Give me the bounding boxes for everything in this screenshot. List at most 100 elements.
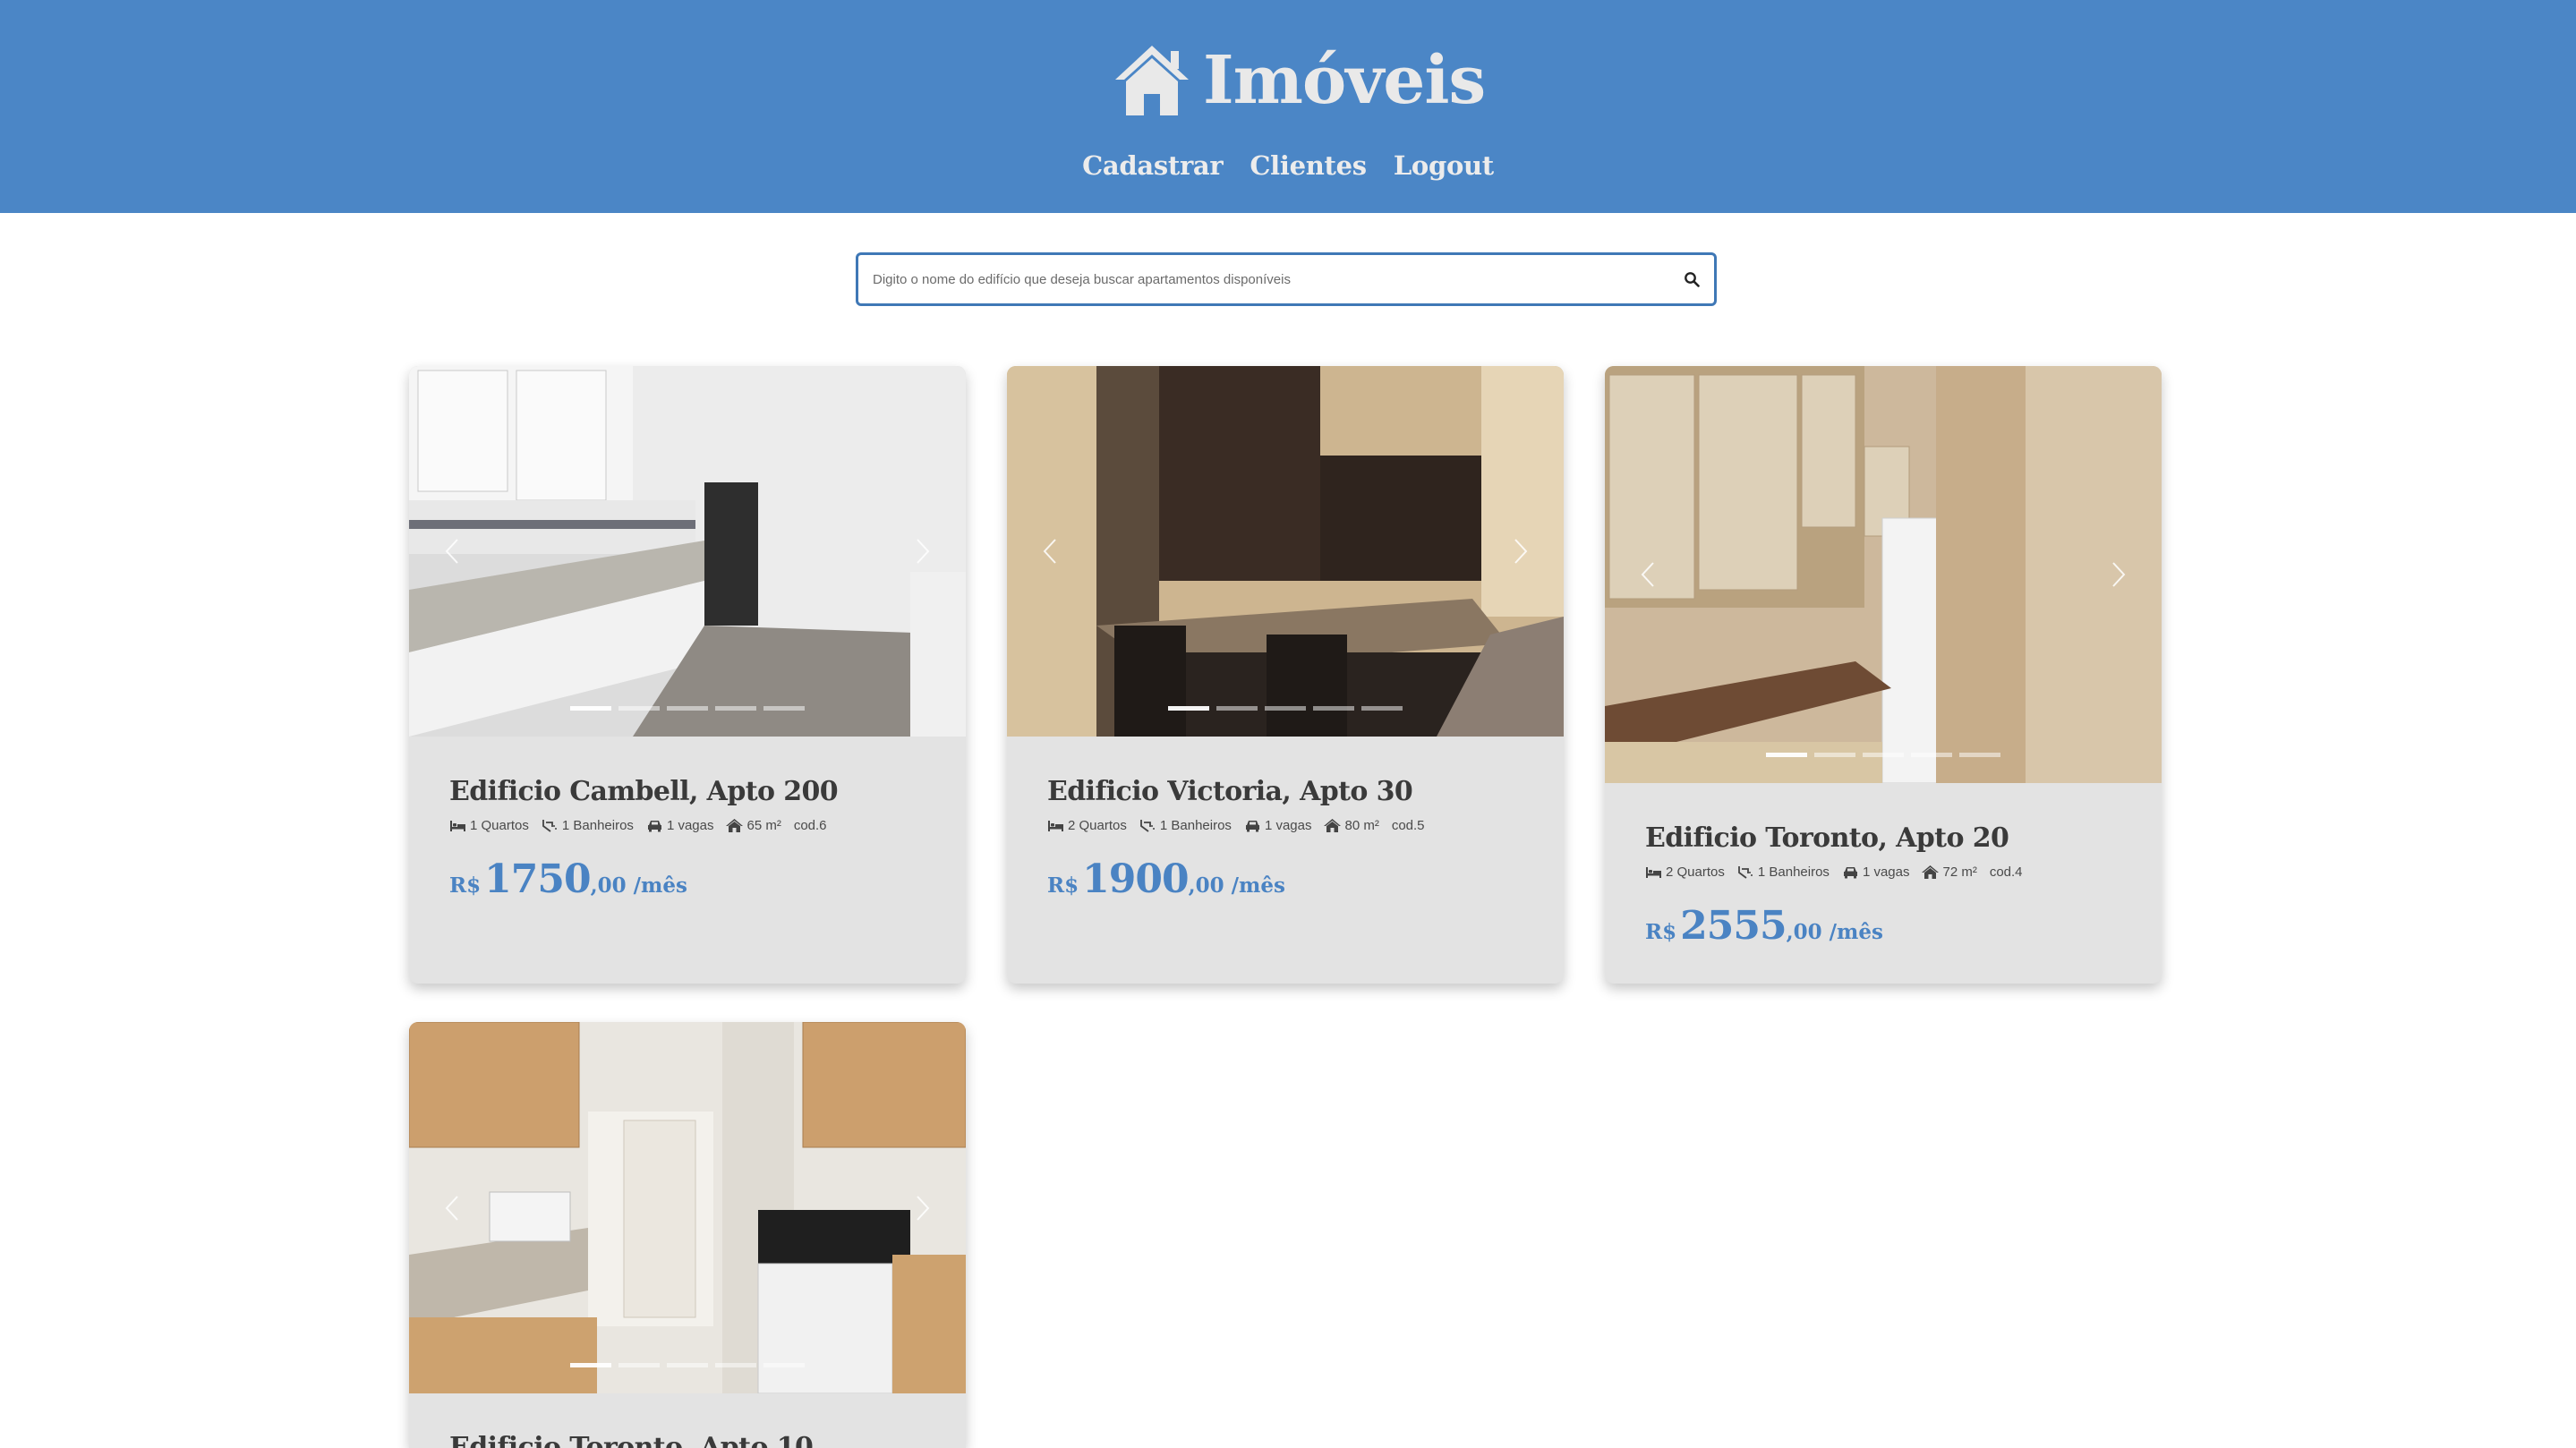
carousel-next-button[interactable] [905, 1190, 941, 1226]
feature-banheiros-label: 1 Banheiros [1757, 865, 1830, 880]
feature-area: 72 m² [1922, 865, 1977, 880]
carousel-dot[interactable] [1863, 753, 1904, 757]
listing-card[interactable]: Edificio Victoria, Apto 30 2 Quartos 1 B… [1007, 366, 1564, 984]
price-value: 1750 [484, 856, 591, 902]
feature-quartos: 2 Quartos [1645, 865, 1725, 880]
carousel-dot[interactable] [667, 706, 708, 711]
price-currency: R$ [1047, 873, 1079, 898]
bed-icon [1646, 867, 1661, 878]
price-period: /mês [633, 873, 687, 898]
carousel-dot[interactable] [715, 706, 756, 711]
brand-logo[interactable]: Imóveis [1113, 39, 1486, 122]
chevron-right-icon [917, 539, 930, 564]
listing-photo-carousel [1605, 366, 2162, 783]
price-value: 2555 [1680, 903, 1787, 949]
carousel-prev-button[interactable] [1032, 533, 1068, 569]
car-icon [1245, 821, 1259, 832]
feature-banheiros: 1 Banheiros [542, 818, 634, 833]
price-currency: R$ [449, 873, 482, 898]
listing-photo-carousel [409, 366, 966, 737]
nav-logout-link[interactable]: Logout [1394, 150, 1494, 181]
listing-details: Edificio Toronto, Apto 20 2 Quartos 1 Ba… [1645, 822, 2135, 949]
feature-banheiros-label: 1 Banheiros [1159, 818, 1232, 833]
carousel-dot[interactable] [1216, 706, 1258, 711]
carousel-dot[interactable] [618, 706, 660, 711]
price-value: 1900 [1082, 856, 1189, 902]
chevron-left-icon [1043, 539, 1056, 564]
search-button[interactable] [1669, 255, 1714, 303]
listing-price: R$ 1750 ,00 /mês [449, 856, 939, 902]
carousel-dot[interactable] [763, 706, 805, 711]
feature-vagas-label: 1 vagas [1264, 818, 1312, 833]
feature-area-label: 80 m² [1344, 818, 1379, 833]
listing-photo-carousel [409, 1022, 966, 1393]
listing-features: 1 Quartos 1 Banheiros 1 vagas 65 m² cod.… [449, 818, 939, 833]
feature-vagas-label: 1 vagas [1862, 865, 1910, 880]
carousel-indicators [1007, 706, 1564, 711]
chevron-left-icon [1641, 562, 1654, 587]
feature-quartos: 1 Quartos [449, 818, 529, 833]
kitchen-photo [409, 1022, 966, 1393]
search-icon [1685, 272, 1700, 287]
carousel-dot[interactable] [570, 1363, 611, 1367]
bed-icon [1048, 821, 1063, 831]
carousel-dot[interactable] [618, 1363, 660, 1367]
listing-code: cod.5 [1391, 818, 1425, 833]
kitchen-photo [1007, 366, 1564, 737]
price-period: /mês [1231, 873, 1285, 898]
main-nav: Cadastrar Clientes Logout [0, 150, 2576, 181]
feature-area: 80 m² [1324, 818, 1379, 833]
price-cents: ,00 [590, 873, 627, 898]
carousel-indicators [409, 1363, 966, 1367]
home-icon [1324, 819, 1342, 832]
carousel-dot[interactable] [1168, 706, 1209, 711]
listing-features: 2 Quartos 1 Banheiros 1 vagas 72 m² cod.… [1645, 865, 2135, 880]
carousel-dot[interactable] [1265, 706, 1306, 711]
home-icon [1115, 46, 1189, 115]
carousel-next-button[interactable] [2101, 557, 2137, 592]
brand-name: Imóveis [1203, 42, 1486, 119]
feature-vagas: 1 vagas [646, 818, 713, 833]
carousel-prev-button[interactable] [434, 1190, 470, 1226]
feature-area-label: 72 m² [1942, 865, 1977, 880]
carousel-dot[interactable] [715, 1363, 756, 1367]
feature-banheiros-label: 1 Banheiros [561, 818, 634, 833]
carousel-next-button[interactable] [905, 533, 941, 569]
chevron-right-icon [2112, 562, 2126, 587]
chevron-right-icon [917, 1195, 930, 1221]
chevron-left-icon [445, 1195, 458, 1221]
carousel-dot[interactable] [763, 1363, 805, 1367]
car-icon [647, 821, 661, 832]
carousel-dot[interactable] [1361, 706, 1403, 711]
carousel-prev-button[interactable] [1630, 557, 1666, 592]
kitchen-photo [1605, 366, 2162, 783]
carousel-dot[interactable] [570, 706, 611, 711]
carousel-dot[interactable] [1959, 753, 2000, 757]
feature-area-label: 65 m² [746, 818, 781, 833]
feature-banheiros: 1 Banheiros [1737, 865, 1830, 880]
feature-quartos: 2 Quartos [1047, 818, 1127, 833]
carousel-dot[interactable] [1814, 753, 1855, 757]
car-icon [1843, 867, 1857, 879]
feature-quartos-label: 1 Quartos [470, 818, 529, 833]
listing-card[interactable]: Edificio Toronto, Apto 10 [409, 1022, 966, 1448]
nav-cadastrar-link[interactable]: Cadastrar [1082, 150, 1224, 181]
listing-details: Edificio Cambell, Apto 200 1 Quartos 1 B… [449, 776, 939, 902]
carousel-next-button[interactable] [1503, 533, 1539, 569]
listing-code: cod.6 [793, 818, 827, 833]
search-input[interactable] [858, 255, 1669, 303]
carousel-prev-button[interactable] [434, 533, 470, 569]
carousel-dot[interactable] [1766, 753, 1807, 757]
listing-card[interactable]: Edificio Cambell, Apto 200 1 Quartos 1 B… [409, 366, 966, 984]
carousel-dot[interactable] [667, 1363, 708, 1367]
feature-quartos-label: 2 Quartos [1666, 865, 1725, 880]
carousel-dot[interactable] [1911, 753, 1952, 757]
home-icon [1922, 865, 1940, 879]
carousel-dot[interactable] [1313, 706, 1354, 711]
feature-banheiros: 1 Banheiros [1139, 818, 1232, 833]
search-bar [856, 252, 1717, 306]
site-header: Imóveis Cadastrar Clientes Logout [0, 0, 2576, 213]
listing-price: R$ 1900 ,00 /mês [1047, 856, 1537, 902]
nav-clientes-link[interactable]: Clientes [1250, 150, 1367, 181]
listing-card[interactable]: Edificio Toronto, Apto 20 2 Quartos 1 Ba… [1605, 366, 2162, 984]
